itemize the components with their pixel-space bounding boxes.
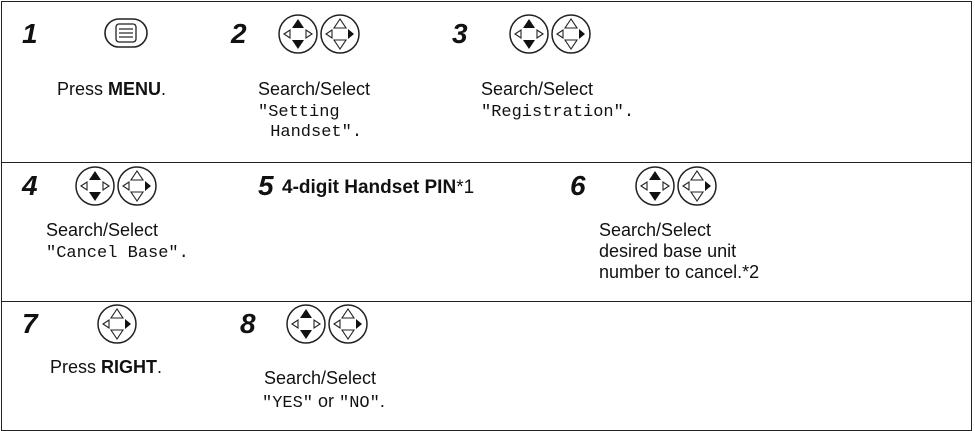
option-or: or	[313, 391, 340, 411]
menu-key-label: MENU	[108, 79, 162, 99]
step-number-2: 2	[231, 18, 247, 49]
menu-button-icon	[104, 18, 148, 48]
step-6-line2: desired base unit	[599, 241, 737, 261]
step-1-prefix: Press	[57, 79, 109, 99]
step-3-label: Search/Select	[481, 79, 594, 99]
right-key-label: RIGHT	[101, 357, 158, 377]
step-number-4: 4	[22, 170, 38, 201]
step-1-suffix: .	[161, 79, 167, 99]
step-8-options: "YES" or "NO".	[262, 392, 385, 413]
navigator-up-down-icon	[75, 166, 157, 206]
step-6-line3: number to cancel.*2	[599, 262, 760, 282]
step-2-value-line2: Handset".	[260, 123, 363, 142]
step-7-prefix: Press	[50, 357, 102, 377]
step-number-7: 7	[22, 308, 38, 339]
navigator-up-down-icon	[635, 166, 717, 206]
step-number-3: 3	[452, 18, 468, 49]
step-8-suffix: .	[379, 391, 385, 411]
step-2-label: Search/Select	[258, 79, 371, 99]
step-1-text: Press MENU.	[57, 80, 166, 99]
step-2-value-line1: "Setting	[258, 103, 340, 122]
step-7-text: Press RIGHT.	[50, 358, 162, 377]
step-number-1: 1	[22, 18, 38, 49]
step-4-value: "Cancel Base".	[46, 244, 189, 263]
navigator-up-down-icon	[509, 14, 591, 54]
step-8-label: Search/Select	[264, 368, 377, 388]
step-number-6: 6	[570, 170, 586, 201]
step-number-8: 8	[240, 308, 256, 339]
divider	[2, 301, 971, 302]
option-no: "NO"	[339, 394, 380, 413]
step-7-suffix: .	[157, 357, 163, 377]
navigator-up-down-icon	[278, 14, 360, 54]
footnote-marker-1: *1	[456, 177, 475, 198]
step-5-text: 4-digit Handset PIN*1	[282, 178, 474, 198]
navigator-up-down-icon	[286, 304, 368, 344]
option-yes: "YES"	[262, 394, 314, 413]
step-4-label: Search/Select	[46, 220, 159, 240]
step-number-5: 5	[258, 170, 274, 201]
navigator-right-icon	[97, 304, 137, 344]
step-3-value: "Registration".	[481, 103, 635, 122]
handset-pin-label: 4-digit Handset PIN	[282, 177, 457, 198]
step-6-label: Search/Select	[599, 220, 712, 240]
